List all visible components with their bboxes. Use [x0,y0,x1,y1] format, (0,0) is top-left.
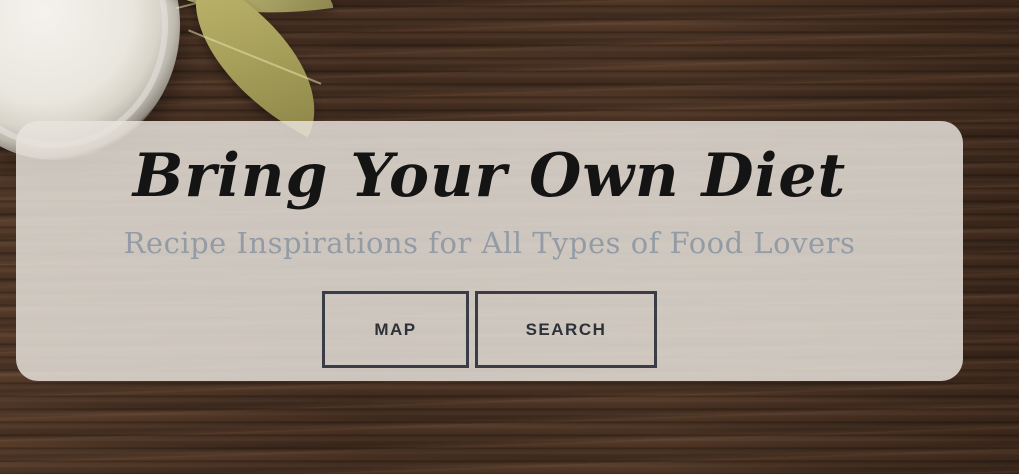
map-button[interactable]: MAP [322,291,469,368]
bay-leaf-image [157,0,353,138]
hero-card: Bring Your Own Diet Recipe Inspirations … [16,121,963,381]
site-title: Bring Your Own Diet [132,141,847,211]
site-subtitle: Recipe Inspirations for All Types of Foo… [123,226,856,260]
search-button[interactable]: SEARCH [475,291,657,368]
hero-section: Bring Your Own Diet Recipe Inspirations … [0,0,1019,474]
leaf-vein [187,28,322,85]
